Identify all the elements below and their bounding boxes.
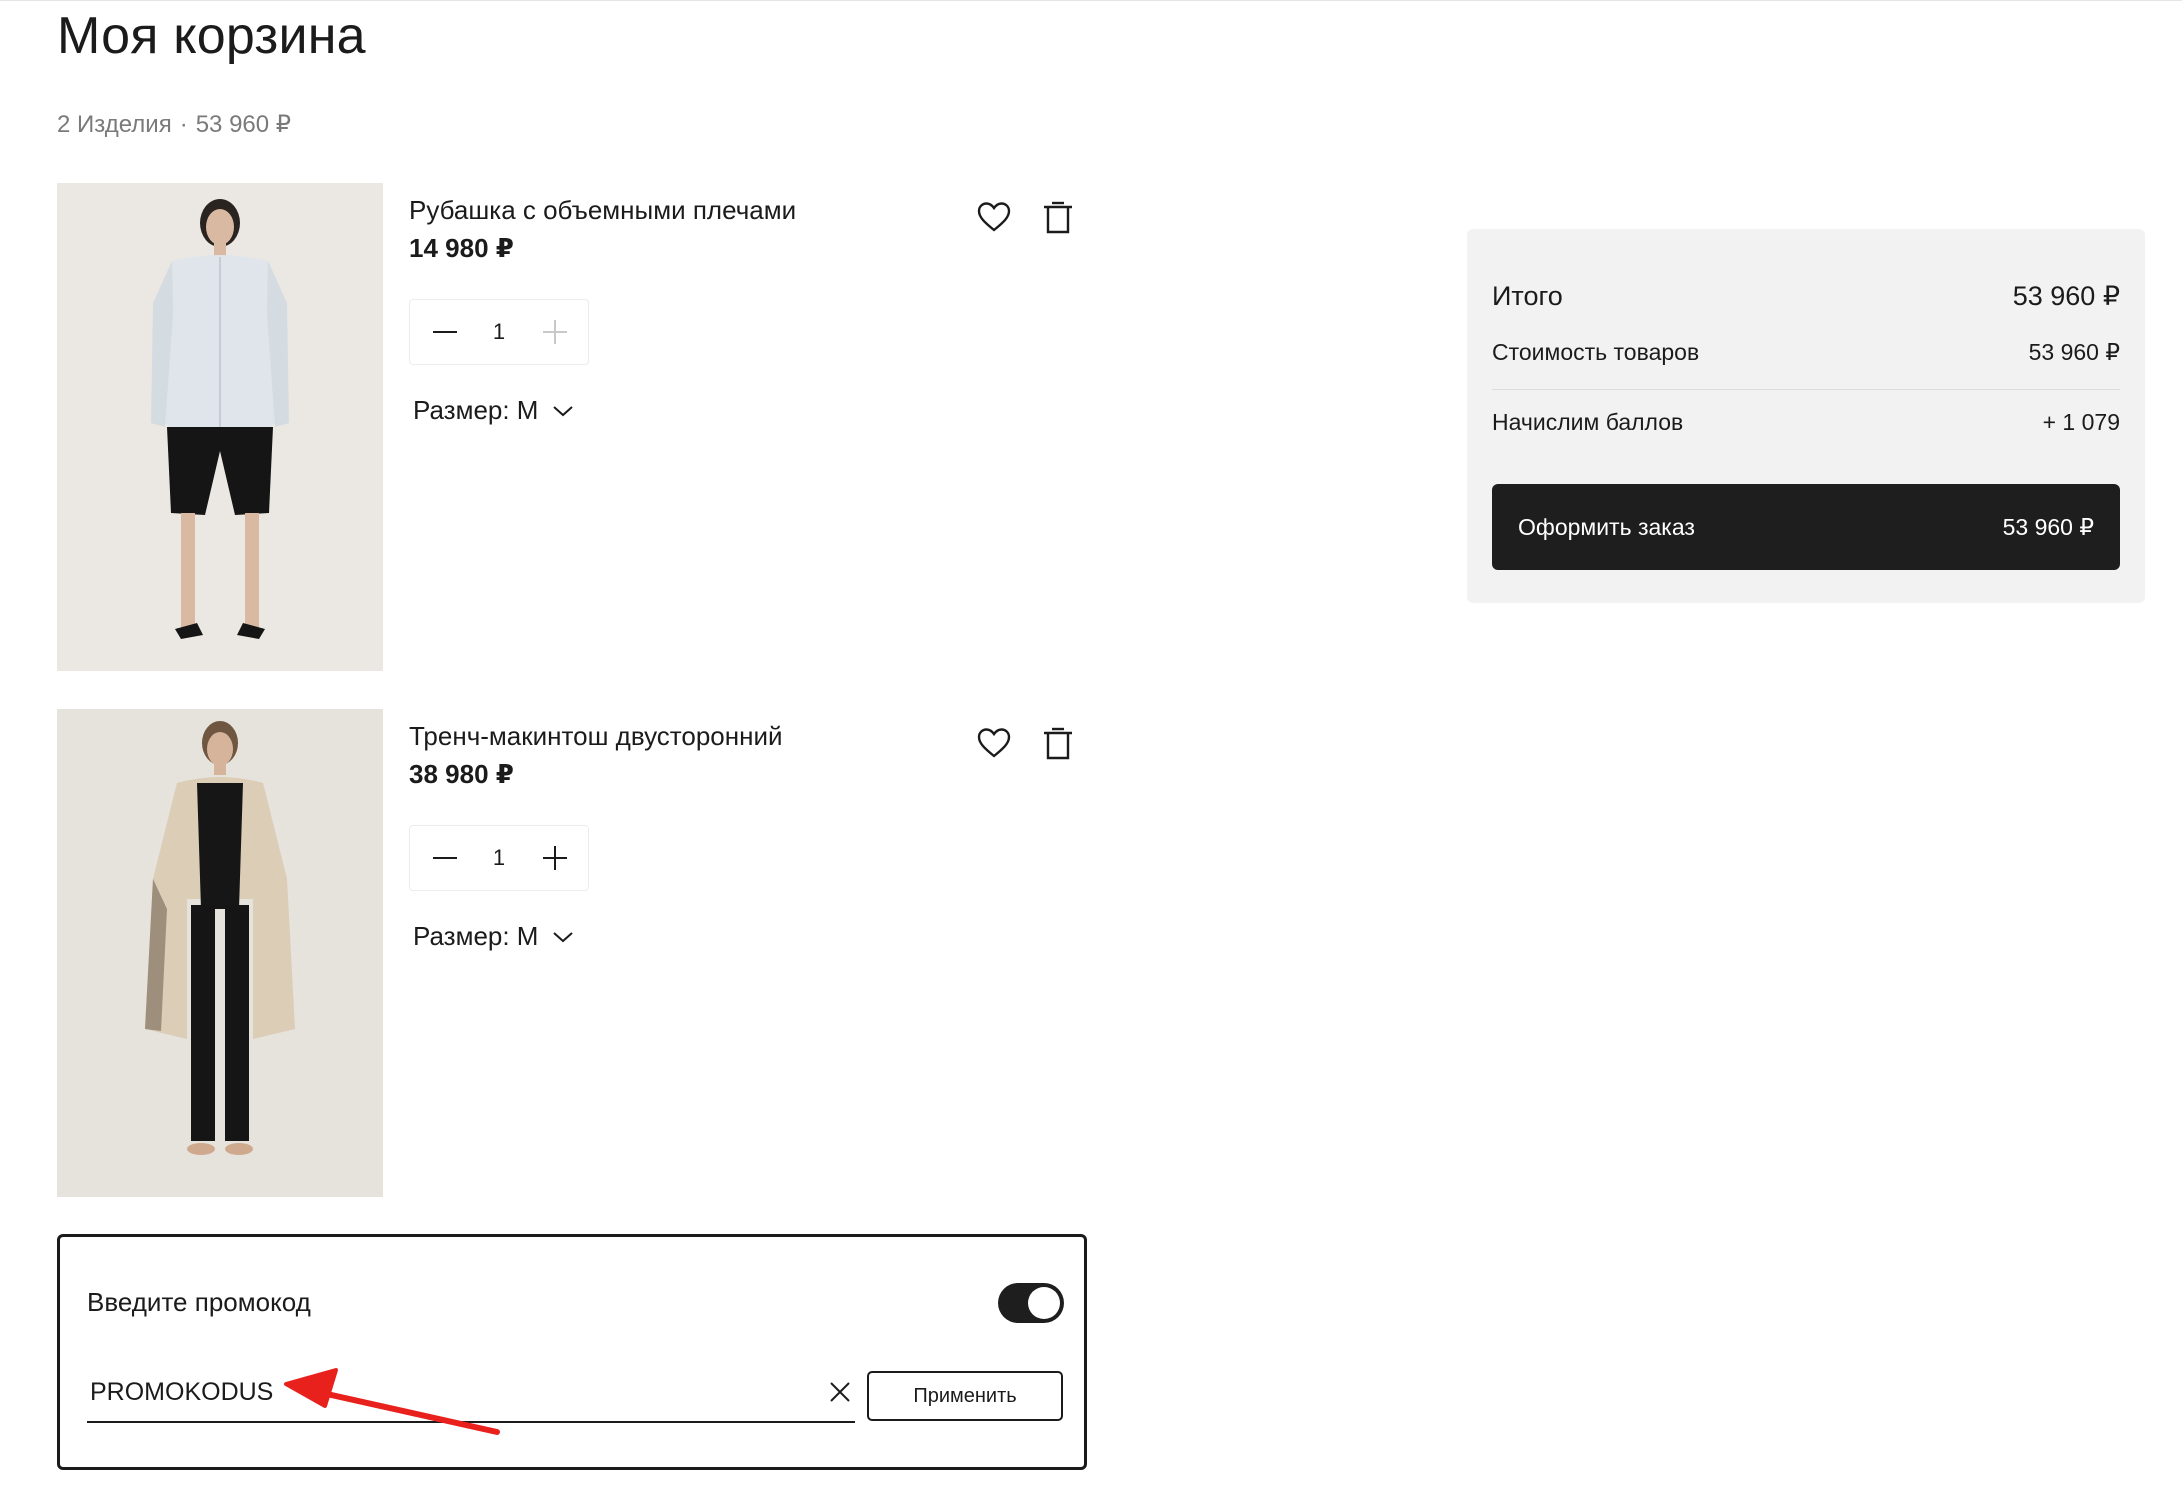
cart-item: Тренч-макинтош двусторонний 38 980 ₽ 1 Р… <box>57 709 1087 1197</box>
item-price: 14 980 ₽ <box>409 233 514 263</box>
quantity-stepper: 1 <box>409 299 589 365</box>
promo-field <box>87 1365 855 1423</box>
cart-page: Моя корзина 2 Изделия·53 960 ₽ Рубашка <box>0 0 2182 1496</box>
apply-promo-button[interactable]: Применить <box>867 1371 1063 1421</box>
item-name[interactable]: Рубашка с объемными плечами <box>409 195 796 226</box>
promo-toggle[interactable] <box>998 1283 1064 1323</box>
trash-icon <box>1044 201 1072 234</box>
summary-goods-row: Стоимость товаров 53 960 ₽ <box>1492 339 2120 366</box>
minus-icon <box>433 331 457 333</box>
cart-count-summary: 2 Изделия · 53 960 ₽ <box>57 110 291 139</box>
plus-icon-stroke <box>554 320 556 344</box>
top-divider <box>0 0 2182 1</box>
items-total: 53 960 ₽ <box>195 111 292 138</box>
favorite-button[interactable] <box>974 723 1014 763</box>
item-price: 38 980 ₽ <box>409 759 514 789</box>
promo-title: Введите промокод <box>87 1287 311 1317</box>
model-trench-image <box>57 709 383 1197</box>
size-select[interactable]: Размер: M <box>413 921 574 952</box>
quantity-value: 1 <box>492 319 506 344</box>
cart-item: Рубашка с объемными плечами 14 980 ₽ 1 Р… <box>57 183 1087 671</box>
quantity-stepper: 1 <box>409 825 589 891</box>
close-icon <box>830 1382 850 1402</box>
goods-value: 53 960 ₽ <box>2028 339 2120 365</box>
plus-icon-stroke <box>554 846 556 870</box>
points-value: + 1 079 <box>2042 409 2120 435</box>
items-count: 2 Изделия <box>57 111 172 138</box>
checkout-amount: 53 960 ₽ <box>2002 513 2094 540</box>
goods-label: Стоимость товаров <box>1492 339 1700 365</box>
summary-divider <box>1492 389 2120 390</box>
clear-input-button[interactable] <box>825 1377 855 1407</box>
heart-icon <box>977 728 1011 758</box>
delete-button[interactable] <box>1038 197 1078 237</box>
minus-icon <box>433 857 457 859</box>
summary-separator: · <box>179 111 188 138</box>
product-photo[interactable] <box>57 709 383 1197</box>
summary-points-row: Начислим баллов + 1 079 <box>1492 409 2120 436</box>
total-value: 53 960 ₽ <box>2012 281 2120 311</box>
promo-code-input[interactable] <box>90 1373 790 1411</box>
summary-total-row: Итого 53 960 ₽ <box>1492 281 2120 312</box>
order-summary-panel: Итого 53 960 ₽ Стоимость товаров 53 960 … <box>1467 229 2145 603</box>
product-photo[interactable] <box>57 183 383 671</box>
decrease-quantity-button[interactable] <box>424 312 464 352</box>
page-title: Моя корзина <box>57 7 366 65</box>
trash-icon <box>1044 727 1072 760</box>
model-shirt-image <box>57 183 383 671</box>
decrease-quantity-button[interactable] <box>424 838 464 878</box>
promo-code-box: Введите промокод Применить <box>57 1234 1087 1470</box>
chevron-down-icon <box>553 931 574 942</box>
checkout-button[interactable]: Оформить заказ 53 960 ₽ <box>1492 484 2120 570</box>
favorite-button[interactable] <box>974 197 1014 237</box>
checkout-label: Оформить заказ <box>1518 513 1695 540</box>
toggle-knob <box>1028 1287 1060 1319</box>
total-label: Итого <box>1492 281 1563 311</box>
delete-button[interactable] <box>1038 723 1078 763</box>
heart-icon <box>977 202 1011 232</box>
increase-quantity-button[interactable] <box>534 312 574 352</box>
size-select[interactable]: Размер: M <box>413 395 574 426</box>
chevron-down-icon <box>553 405 574 416</box>
increase-quantity-button[interactable] <box>534 838 574 878</box>
size-label: Размер: M <box>413 395 539 425</box>
item-name[interactable]: Тренч-макинтош двусторонний <box>409 721 783 752</box>
size-label: Размер: M <box>413 921 539 951</box>
quantity-value: 1 <box>492 845 506 870</box>
points-label: Начислим баллов <box>1492 409 1684 435</box>
